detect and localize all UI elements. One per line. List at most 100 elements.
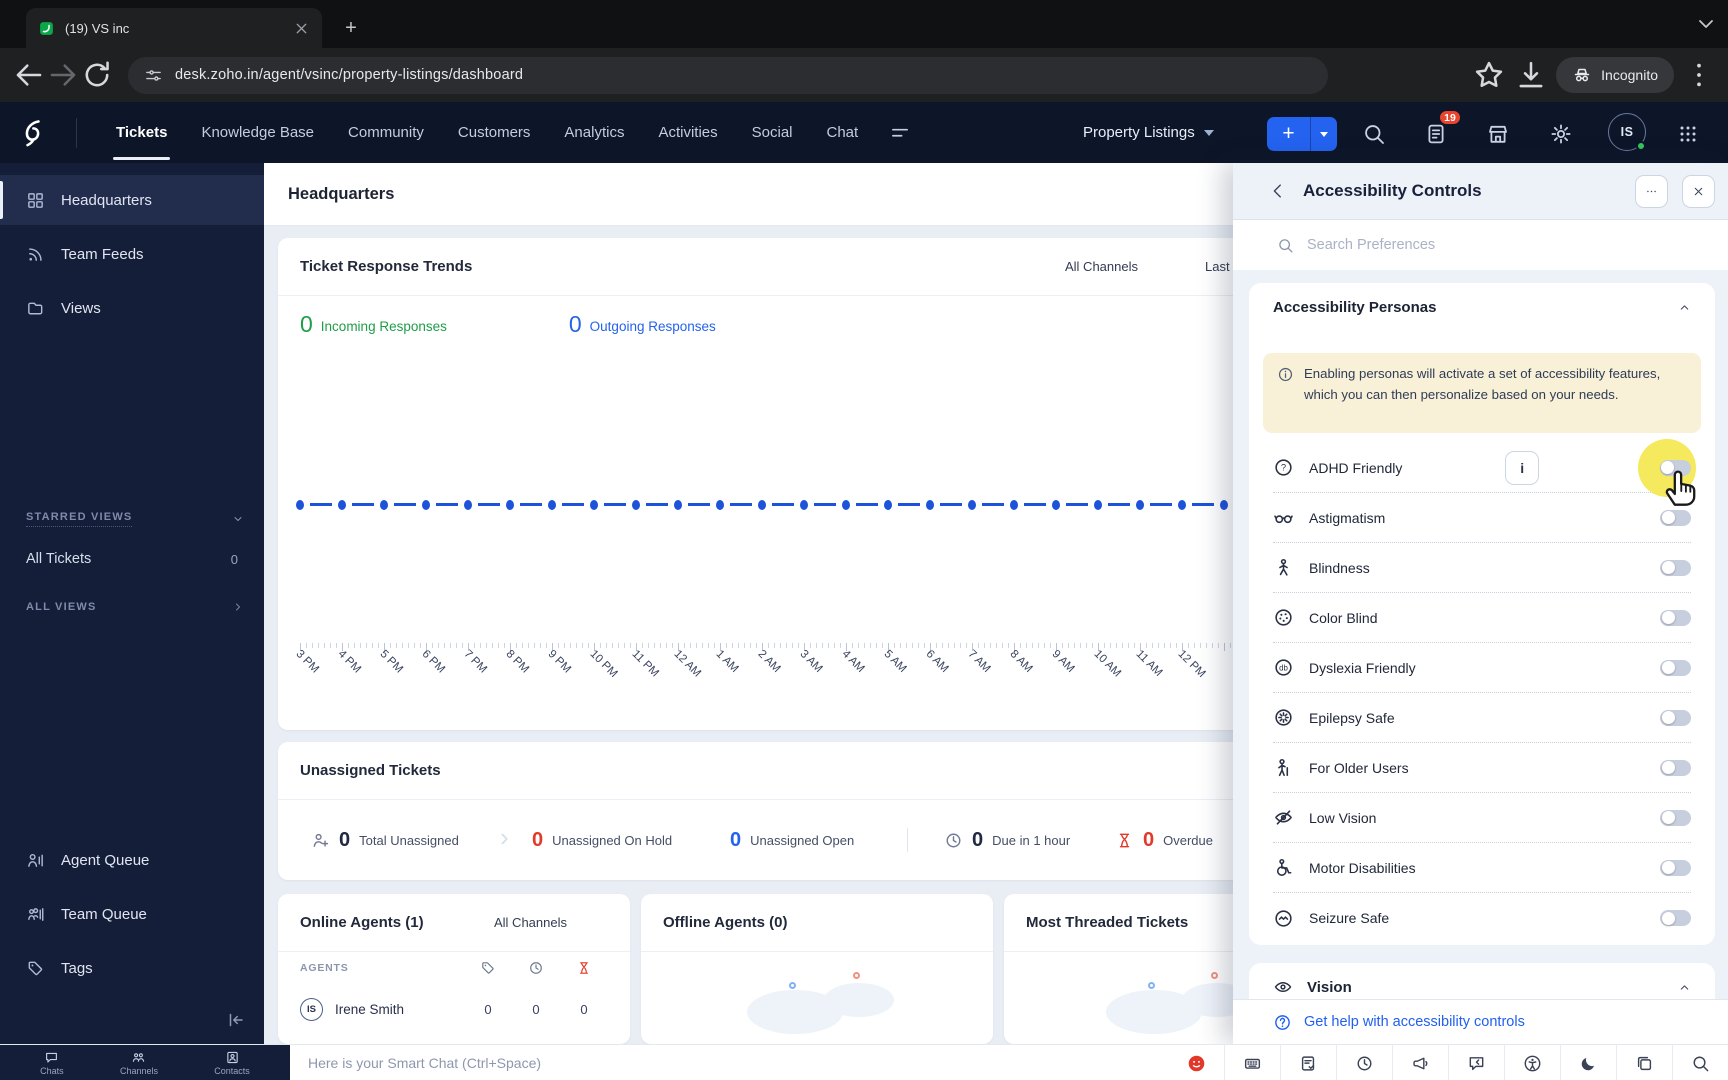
task-check-button[interactable] <box>1280 1045 1336 1080</box>
unassigned-on-hold-stat[interactable]: 0 Unassigned On Hold <box>532 800 672 880</box>
reply-arrow-button[interactable] <box>1448 1045 1504 1080</box>
chevron-up-icon[interactable] <box>1678 301 1691 314</box>
clock-icon <box>1355 1054 1374 1073</box>
nav-item-knowledge-base[interactable]: Knowledge Base <box>184 102 331 163</box>
persona-toggle[interactable] <box>1660 910 1691 926</box>
new-tab-button[interactable]: + <box>338 15 364 41</box>
keyboard-button[interactable] <box>1224 1045 1280 1080</box>
accessibility-button[interactable] <box>1504 1045 1560 1080</box>
agent-queue-icon <box>26 851 45 870</box>
sidebar-collapse-button[interactable] <box>226 1010 246 1030</box>
online-agents-card: Online Agents (1) All Channels AGENTS IS… <box>278 894 630 1044</box>
personas-section-header[interactable]: Accessibility Personas <box>1249 283 1715 331</box>
persona-toggle[interactable] <box>1660 759 1691 776</box>
search-preferences-input[interactable] <box>1307 237 1627 253</box>
preferences-search[interactable] <box>1233 220 1728 270</box>
bookmark-button[interactable] <box>1472 58 1506 92</box>
browser-tab[interactable]: (19) VS inc <box>26 8 322 48</box>
x-axis-label: 5 PM <box>377 648 405 676</box>
zoho-desk-logo[interactable] <box>16 116 50 150</box>
persona-row-seizure-safe: Seizure Safe <box>1273 893 1691 943</box>
person-add-icon <box>311 831 330 850</box>
global-search-button[interactable] <box>1362 122 1386 146</box>
dock-item-contacts[interactable]: Contacts <box>214 1050 250 1076</box>
smart-chat-input[interactable] <box>308 1055 728 1071</box>
agent-name: Irene Smith <box>335 1002 405 1017</box>
panel-more-button[interactable] <box>1635 174 1668 208</box>
chart-point <box>1052 500 1060 510</box>
page-title: Headquarters <box>288 184 395 203</box>
smiley-button[interactable] <box>1168 1045 1224 1080</box>
accessibility-help-link[interactable]: Get help with accessibility controls <box>1304 1014 1525 1030</box>
overdue-stat[interactable]: 0 Overdue <box>1115 800 1213 880</box>
channel-filter[interactable]: All Channels <box>494 915 582 930</box>
nav-item-activities[interactable]: Activities <box>641 102 734 163</box>
persona-toggle[interactable] <box>1660 609 1691 626</box>
apps-grid-button[interactable] <box>1678 124 1698 144</box>
nav-item-analytics[interactable]: Analytics <box>547 102 641 163</box>
starred-views-header[interactable]: STARRED VIEWS <box>26 511 244 527</box>
persona-toggle[interactable] <box>1660 559 1691 576</box>
sidebar-item-tags[interactable]: Tags <box>0 943 264 993</box>
all-views-header[interactable]: ALL VIEWS <box>26 601 244 613</box>
hourglass-icon <box>1115 831 1134 850</box>
due-in-1-hour-stat[interactable]: 0 Due in 1 hour <box>944 800 1070 880</box>
browser-menu-button[interactable] <box>1682 58 1716 92</box>
sidebar-item-team-feeds[interactable]: Team Feeds <box>0 229 264 279</box>
persona-toggle[interactable] <box>1660 659 1691 676</box>
tab-close-icon[interactable] <box>293 20 310 37</box>
address-bar[interactable]: desk.zoho.in/agent/vsinc/property-listin… <box>128 56 1328 94</box>
announce-button[interactable] <box>1392 1045 1448 1080</box>
sidebar-item-views[interactable]: Views <box>0 283 264 333</box>
agent-row-irene-smith[interactable]: IS Irene Smith 0 0 0 <box>300 998 608 1021</box>
copies-button[interactable] <box>1616 1045 1672 1080</box>
nav-item-chat[interactable]: Chat <box>810 102 876 163</box>
clock-button[interactable] <box>1336 1045 1392 1080</box>
panel-back-button[interactable] <box>1269 182 1287 200</box>
accessibility-icon <box>1523 1054 1542 1073</box>
nav-more-icon[interactable] <box>889 122 911 144</box>
persona-toggle[interactable] <box>1660 859 1691 876</box>
chart-point <box>632 500 640 510</box>
site-info-icon[interactable] <box>144 66 163 85</box>
dock-item-chats[interactable]: Chats <box>40 1050 64 1076</box>
tab-search-chevron[interactable] <box>1694 12 1718 36</box>
nav-item-tickets[interactable]: Tickets <box>99 102 184 163</box>
unassigned-open-stat[interactable]: 0 Unassigned Open <box>730 800 854 880</box>
downloads-button[interactable] <box>1514 58 1548 92</box>
starred-view-item-all-tickets[interactable]: All Tickets 0 <box>26 551 244 567</box>
accessibility-personas-section: Accessibility Personas Enabling personas… <box>1249 283 1715 945</box>
nav-item-social[interactable]: Social <box>735 102 810 163</box>
time-range-filter[interactable]: Last <box>1205 259 1230 274</box>
settings-button[interactable] <box>1549 122 1573 146</box>
persona-toggle[interactable] <box>1660 509 1691 526</box>
feeds-icon <box>26 245 45 264</box>
sidebar-item-team-queue[interactable]: Team Queue <box>0 889 264 939</box>
smart-chat-bar[interactable] <box>308 1045 728 1080</box>
moon-button[interactable] <box>1560 1045 1616 1080</box>
persona-info-button[interactable]: i <box>1505 450 1540 485</box>
panel-close-button[interactable] <box>1682 174 1715 208</box>
quick-create-button[interactable]: + <box>1267 117 1337 151</box>
quick-create-dropdown[interactable] <box>1311 117 1337 151</box>
forward-button[interactable] <box>46 58 80 92</box>
sidebar-item-headquarters[interactable]: Headquarters <box>0 175 264 225</box>
persona-toggle[interactable] <box>1660 709 1691 726</box>
nav-item-customers[interactable]: Customers <box>441 102 548 163</box>
back-button[interactable] <box>12 58 46 92</box>
search-button[interactable] <box>1672 1045 1728 1080</box>
reload-button[interactable] <box>80 58 114 92</box>
chevron-up-icon[interactable] <box>1678 981 1691 994</box>
chevron-down-icon[interactable] <box>232 513 244 525</box>
sidebar-item-agent-queue[interactable]: Agent Queue <box>0 835 264 885</box>
x-axis-label: 10 AM <box>1091 648 1124 680</box>
plus-icon[interactable]: + <box>1267 117 1311 151</box>
card-title: Offline Agents (0) <box>663 914 788 931</box>
persona-toggle[interactable] <box>1660 809 1691 826</box>
nav-item-community[interactable]: Community <box>331 102 441 163</box>
marketplace-button[interactable] <box>1486 122 1510 146</box>
dock-item-channels[interactable]: Channels <box>120 1050 158 1076</box>
total-unassigned-stat[interactable]: 0 Total Unassigned <box>311 800 459 880</box>
department-selector[interactable]: Property Listings <box>1083 102 1214 163</box>
channel-filter[interactable]: All Channels <box>1065 259 1153 274</box>
